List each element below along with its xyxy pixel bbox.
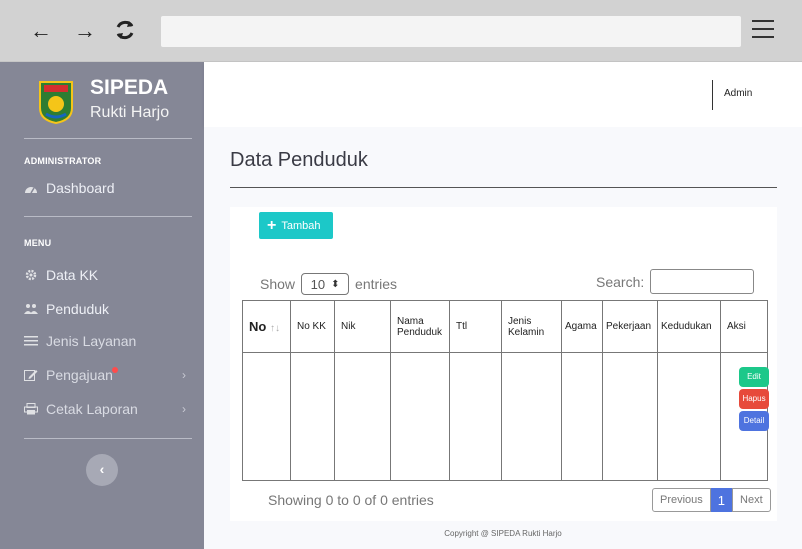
column-header-ttl[interactable]: Ttl [449, 300, 502, 353]
table-cell [602, 352, 658, 481]
print-icon [24, 403, 38, 415]
sidebar-toggle-button[interactable]: ‹ [86, 454, 118, 486]
brand-title: SIPEDA [90, 76, 169, 99]
data-card: + Tambah Show 10 ⬍ entries Search: No ↑↓… [230, 207, 777, 521]
chevron-right-icon: › [182, 402, 186, 416]
table-cell [561, 352, 603, 481]
pagination: Previous 1 Next [652, 488, 771, 512]
sidebar-item-label: Cetak Laporan [46, 401, 138, 417]
sidebar-item-label: Pengajuan [46, 367, 113, 383]
sort-updown-icon: ⬍ [331, 278, 340, 290]
reload-icon[interactable] [112, 17, 138, 43]
sidebar-item-dashboard[interactable]: Dashboard [24, 177, 194, 199]
title-divider [230, 187, 777, 188]
users-icon [24, 304, 38, 314]
back-arrow-icon[interactable]: ← [30, 20, 52, 42]
address-bar[interactable] [161, 16, 741, 47]
topbar-divider [712, 80, 713, 110]
current-page-button[interactable]: 1 [710, 488, 733, 512]
column-header-jenis-kelamin[interactable]: Jenis Kelamin [501, 300, 562, 353]
sidebar-item-pengajuan[interactable]: Pengajuan › [24, 364, 194, 386]
page-title: Data Penduduk [230, 149, 368, 171]
search-label: Search: [596, 273, 645, 290]
table-cell [334, 352, 391, 481]
sidebar-divider [24, 138, 192, 139]
main-content: Data Penduduk + Tambah Show 10 ⬍ entries… [204, 127, 802, 549]
table-cell [657, 352, 721, 481]
sidebar: SIPEDA Rukti Harjo ADMINISTRATOR Dashboa… [0, 62, 204, 549]
sidebar-item-label: Dashboard [46, 180, 115, 196]
column-header-no-kk[interactable]: No KK [290, 300, 335, 353]
list-icon [24, 336, 38, 346]
entries-select-value: 10 [310, 276, 326, 292]
sidebar-item-label: Jenis Layanan [46, 333, 137, 349]
column-header-no[interactable]: No ↑↓ [242, 300, 291, 353]
add-button[interactable]: + Tambah [259, 212, 333, 239]
sidebar-heading-menu: MENU [24, 238, 52, 248]
browser-toolbar: ← → [0, 0, 802, 62]
sidebar-item-penduduk[interactable]: Penduduk [24, 298, 194, 320]
column-header-kedudukan[interactable]: Kedudukan [657, 300, 721, 353]
action-cell: Edit Hapus Detail [720, 352, 769, 481]
sidebar-item-jenis-layanan[interactable]: Jenis Layanan [24, 330, 194, 352]
edit-button[interactable]: Edit [739, 367, 769, 387]
footer-copyright: Copyright @ SIPEDA Rukti Harjo [444, 529, 562, 538]
column-header-aksi[interactable]: Aksi [720, 300, 768, 353]
sidebar-item-cetak-laporan[interactable]: Cetak Laporan › [24, 398, 194, 420]
entries-label: entries [355, 276, 398, 292]
logo-icon [39, 81, 73, 124]
table-header-row: No ↑↓ No KK Nik Nama Penduduk Ttl Jenis … [242, 300, 768, 353]
entries-select[interactable]: 10 ⬍ [301, 273, 350, 295]
brand[interactable]: SIPEDA Rukti Harjo [38, 74, 198, 130]
sidebar-divider [24, 216, 192, 217]
sidebar-divider [24, 438, 192, 439]
chevron-right-icon: › [182, 368, 186, 382]
topbar: Admin [204, 62, 802, 127]
table-cell [449, 352, 502, 481]
table-row: Edit Hapus Detail [242, 352, 769, 481]
entries-length: Show 10 ⬍ entries [260, 273, 397, 295]
forward-arrow-icon[interactable]: → [74, 20, 96, 42]
detail-button[interactable]: Detail [739, 411, 769, 431]
previous-page-button[interactable]: Previous [652, 488, 711, 512]
edit-icon [24, 370, 38, 381]
search-filter: Search: [596, 269, 755, 294]
user-menu[interactable]: Admin [724, 88, 752, 99]
table-cell [501, 352, 562, 481]
delete-button[interactable]: Hapus [739, 389, 769, 409]
column-header-nik[interactable]: Nik [334, 300, 391, 353]
brand-subtitle: Rukti Harjo [90, 104, 170, 121]
sidebar-item-label: Penduduk [46, 301, 110, 317]
gear-icon [25, 269, 37, 281]
table-info: Showing 0 to 0 of 0 entries [268, 492, 434, 508]
sidebar-item-data-kk[interactable]: Data KK [24, 264, 194, 286]
dashboard-icon [25, 187, 37, 194]
plus-icon: + [267, 216, 277, 234]
sort-icon: ↑↓ [269, 323, 280, 334]
data-table: No ↑↓ No KK Nik Nama Penduduk Ttl Jenis … [242, 300, 769, 481]
hamburger-menu-icon[interactable] [752, 20, 774, 40]
table-cell [290, 352, 335, 481]
show-label: Show [260, 276, 296, 292]
sidebar-item-label: Data KK [46, 267, 99, 283]
column-header-nama-penduduk[interactable]: Nama Penduduk [390, 300, 450, 353]
notification-badge [112, 367, 118, 373]
next-page-button[interactable]: Next [732, 488, 771, 512]
table-cell [242, 352, 291, 481]
column-header-label: No [249, 319, 267, 334]
table-cell [390, 352, 450, 481]
column-header-pekerjaan[interactable]: Pekerjaan [602, 300, 658, 353]
add-button-label: Tambah [281, 219, 321, 232]
sidebar-heading-administrator: ADMINISTRATOR [24, 156, 102, 166]
search-input[interactable] [650, 269, 755, 294]
column-header-agama[interactable]: Agama [561, 300, 603, 353]
